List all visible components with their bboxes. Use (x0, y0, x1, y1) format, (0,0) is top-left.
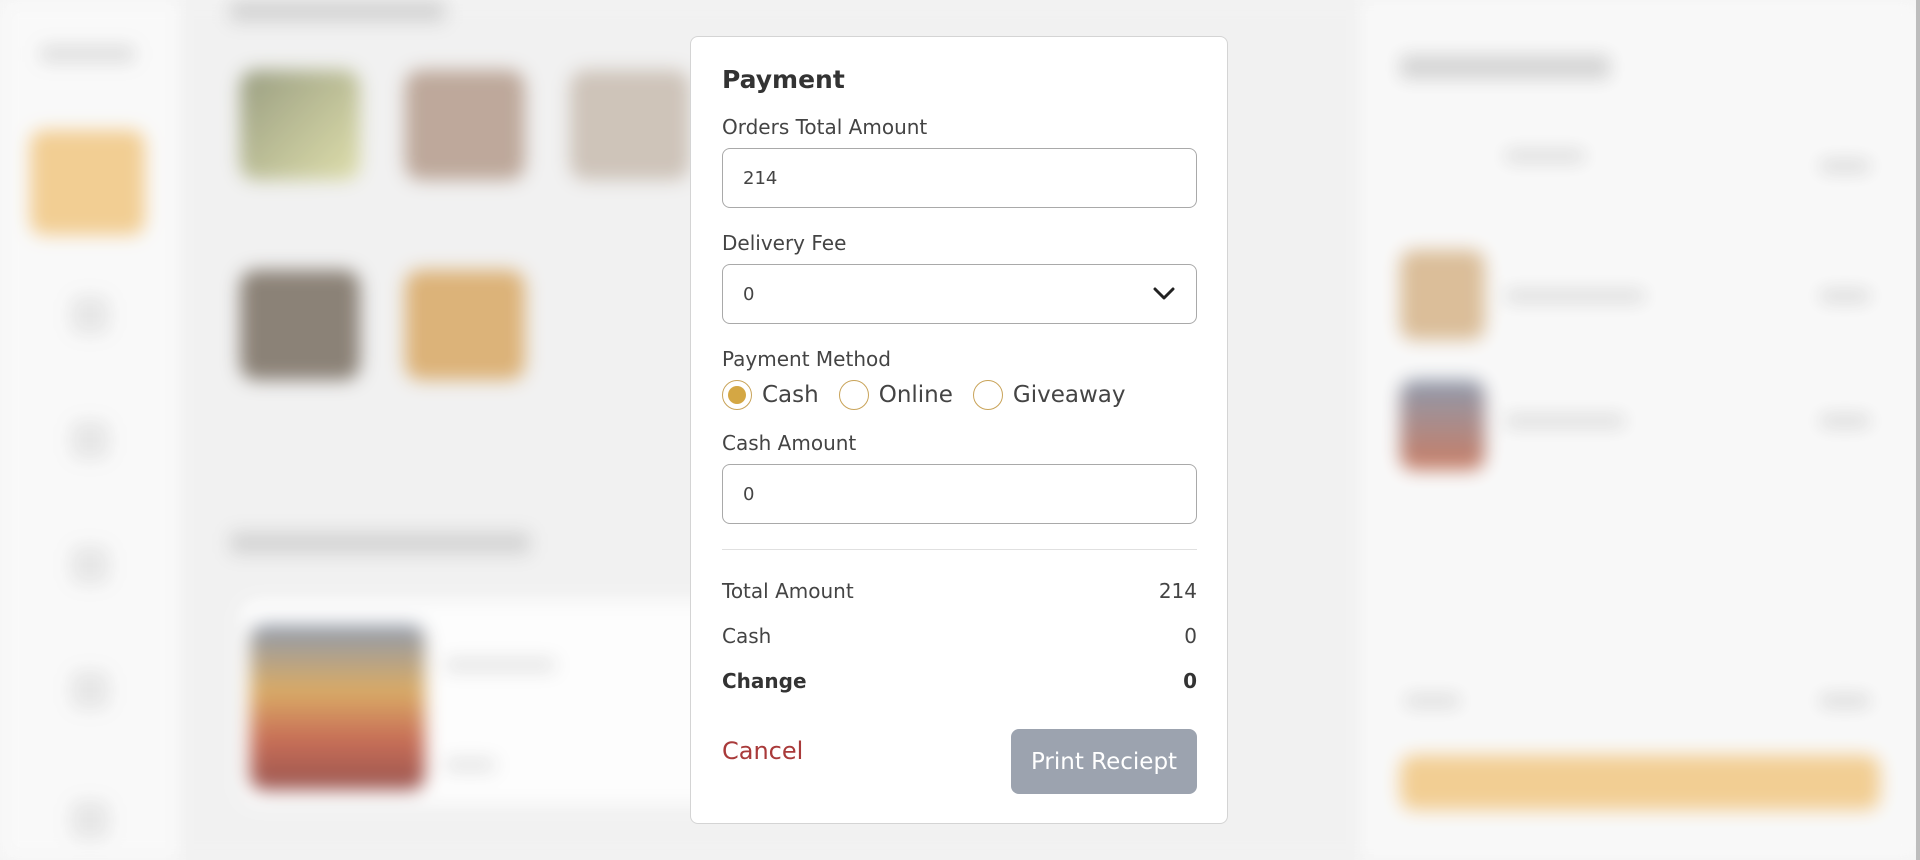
delivery-fee-label: Delivery Fee (722, 231, 847, 255)
summary-total-row: Total Amount 214 (722, 578, 1197, 604)
modal-actions: Cancel Print Reciept (722, 729, 1197, 794)
radio-unchecked-icon[interactable] (838, 380, 869, 410)
delivery-fee-select[interactable]: 0 (722, 264, 1197, 324)
radio-checked-icon[interactable] (722, 380, 752, 410)
payment-method-label: Payment Method (722, 347, 891, 371)
summary-cash-value: 0 (1184, 624, 1197, 648)
radio-unchecked-icon[interactable] (972, 380, 1003, 410)
radio-giveaway[interactable]: Giveaway (972, 380, 1126, 410)
radio-online-label: Online (878, 382, 953, 408)
cancel-button[interactable]: Cancel (722, 737, 803, 765)
orders-total-label: Orders Total Amount (722, 115, 928, 139)
orders-total-input[interactable] (722, 148, 1197, 208)
radio-giveaway-label: Giveaway (1012, 382, 1126, 408)
summary-change-value: 0 (1183, 669, 1197, 693)
radio-cash-label: Cash (762, 382, 819, 408)
summary-change-row: Change 0 (722, 668, 1197, 694)
chevron-down-icon (1152, 282, 1176, 306)
cash-amount-input[interactable] (722, 464, 1197, 524)
payment-modal: Payment Orders Total Amount Delivery Fee… (690, 36, 1228, 824)
page-scrollbar[interactable] (1916, 0, 1920, 860)
modal-title: Payment (722, 65, 845, 94)
summary-total-label: Total Amount (722, 579, 854, 603)
radio-online[interactable]: Online (838, 380, 953, 410)
divider (722, 549, 1197, 550)
summary-change-label: Change (722, 669, 807, 693)
print-receipt-button[interactable]: Print Reciept (1011, 729, 1197, 794)
summary-cash-row: Cash 0 (722, 623, 1197, 649)
cash-amount-label: Cash Amount (722, 431, 857, 455)
summary-cash-label: Cash (722, 624, 772, 648)
summary-total-value: 214 (1158, 579, 1197, 603)
delivery-fee-value: 0 (743, 283, 755, 305)
radio-cash[interactable]: Cash (722, 380, 819, 410)
payment-method-group: Cash Online Giveaway (722, 380, 1196, 410)
